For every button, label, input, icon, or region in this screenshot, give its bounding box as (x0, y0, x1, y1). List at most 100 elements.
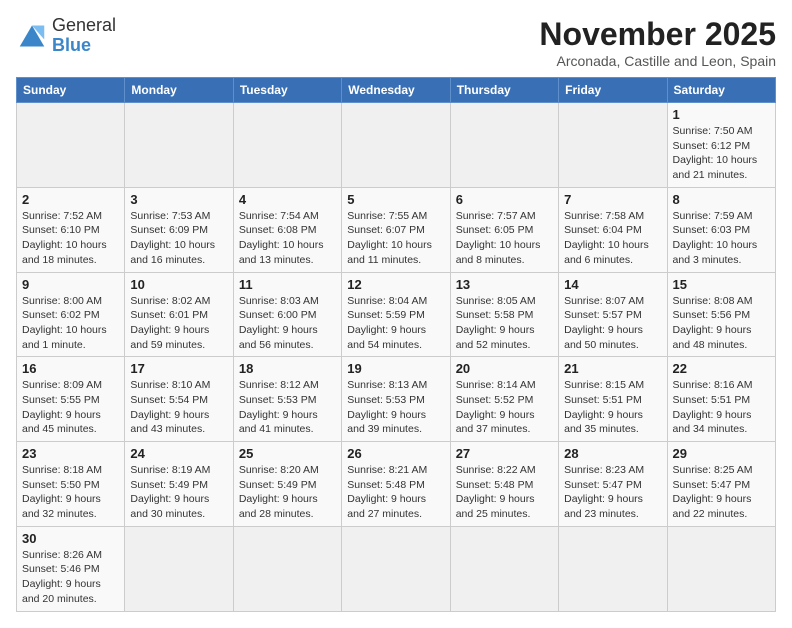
day-info: Sunrise: 8:21 AM Sunset: 5:48 PM Dayligh… (347, 463, 444, 522)
day-number: 21 (564, 361, 661, 376)
week-row-5: 23 Sunrise: 8:18 AM Sunset: 5:50 PM Dayli… (17, 442, 776, 527)
day-number: 9 (22, 277, 119, 292)
week-row-4: 16Sunrise: 8:09 AM Sunset: 5:55 PM Dayli… (17, 357, 776, 442)
calendar-cell: 13 Sunrise: 8:05 AM Sunset: 5:58 PM Dayli… (450, 272, 558, 357)
day-number: 11 (239, 277, 336, 292)
day-info: Sunrise: 7:50 AM Sunset: 6:12 PM Dayligh… (673, 124, 770, 183)
calendar-cell (667, 526, 775, 611)
calendar-cell (450, 103, 558, 188)
day-number: 28 (564, 446, 661, 461)
day-info: Sunrise: 8:16 AM Sunset: 5:51 PM Dayligh… (673, 378, 770, 437)
day-number: 30 (22, 531, 119, 546)
day-number: 3 (130, 192, 227, 207)
weekday-header-wednesday: Wednesday (342, 78, 450, 103)
calendar-cell (125, 103, 233, 188)
calendar-cell: 16Sunrise: 8:09 AM Sunset: 5:55 PM Dayli… (17, 357, 125, 442)
day-number: 1 (673, 107, 770, 122)
day-info: Sunrise: 8:02 AM Sunset: 6:01 PM Dayligh… (130, 294, 227, 353)
day-number: 27 (456, 446, 553, 461)
day-number: 2 (22, 192, 119, 207)
calendar-cell (559, 526, 667, 611)
calendar-table: SundayMondayTuesdayWednesdayThursdayFrid… (16, 77, 776, 612)
day-number: 5 (347, 192, 444, 207)
location-subtitle: Arconada, Castille and Leon, Spain (539, 53, 776, 69)
title-area: November 2025 Arconada, Castille and Leo… (539, 16, 776, 69)
day-info: Sunrise: 8:20 AM Sunset: 5:49 PM Dayligh… (239, 463, 336, 522)
day-info: Sunrise: 8:25 AM Sunset: 5:47 PM Dayligh… (673, 463, 770, 522)
calendar-cell: 8Sunrise: 7:59 AM Sunset: 6:03 PM Daylig… (667, 187, 775, 272)
weekday-header-thursday: Thursday (450, 78, 558, 103)
calendar-cell (233, 103, 341, 188)
calendar-cell: 19 Sunrise: 8:13 AM Sunset: 5:53 PM Dayli… (342, 357, 450, 442)
day-number: 6 (456, 192, 553, 207)
calendar-cell: 4 Sunrise: 7:54 AM Sunset: 6:08 PM Daylig… (233, 187, 341, 272)
day-number: 16 (22, 361, 119, 376)
calendar-cell: 22Sunrise: 8:16 AM Sunset: 5:51 PM Dayli… (667, 357, 775, 442)
day-number: 13 (456, 277, 553, 292)
calendar-cell: 18 Sunrise: 8:12 AM Sunset: 5:53 PM Dayli… (233, 357, 341, 442)
day-info: Sunrise: 8:08 AM Sunset: 5:56 PM Dayligh… (673, 294, 770, 353)
logo: General Blue (16, 16, 116, 56)
calendar-cell: 20Sunrise: 8:14 AM Sunset: 5:52 PM Dayli… (450, 357, 558, 442)
weekday-header-saturday: Saturday (667, 78, 775, 103)
calendar-cell: 7 Sunrise: 7:58 AM Sunset: 6:04 PM Daylig… (559, 187, 667, 272)
day-info: Sunrise: 8:07 AM Sunset: 5:57 PM Dayligh… (564, 294, 661, 353)
header: General Blue November 2025 Arconada, Cas… (16, 16, 776, 69)
weekday-header-friday: Friday (559, 78, 667, 103)
day-number: 14 (564, 277, 661, 292)
week-row-3: 9 Sunrise: 8:00 AM Sunset: 6:02 PM Daylig… (17, 272, 776, 357)
day-info: Sunrise: 8:00 AM Sunset: 6:02 PM Dayligh… (22, 294, 119, 353)
calendar-cell: 15Sunrise: 8:08 AM Sunset: 5:56 PM Dayli… (667, 272, 775, 357)
calendar-cell (17, 103, 125, 188)
day-number: 20 (456, 361, 553, 376)
calendar-cell: 9 Sunrise: 8:00 AM Sunset: 6:02 PM Daylig… (17, 272, 125, 357)
day-info: Sunrise: 8:26 AM Sunset: 5:46 PM Dayligh… (22, 548, 119, 607)
day-info: Sunrise: 7:53 AM Sunset: 6:09 PM Dayligh… (130, 209, 227, 268)
day-number: 26 (347, 446, 444, 461)
day-info: Sunrise: 8:03 AM Sunset: 6:00 PM Dayligh… (239, 294, 336, 353)
calendar-cell: 6 Sunrise: 7:57 AM Sunset: 6:05 PM Daylig… (450, 187, 558, 272)
week-row-1: 1 Sunrise: 7:50 AM Sunset: 6:12 PM Daylig… (17, 103, 776, 188)
day-info: Sunrise: 8:12 AM Sunset: 5:53 PM Dayligh… (239, 378, 336, 437)
calendar-cell (342, 526, 450, 611)
day-info: Sunrise: 8:10 AM Sunset: 5:54 PM Dayligh… (130, 378, 227, 437)
weekday-header-sunday: Sunday (17, 78, 125, 103)
logo-text: General Blue (52, 16, 116, 56)
calendar-cell (450, 526, 558, 611)
day-info: Sunrise: 8:23 AM Sunset: 5:47 PM Dayligh… (564, 463, 661, 522)
day-number: 7 (564, 192, 661, 207)
calendar-cell: 29Sunrise: 8:25 AM Sunset: 5:47 PM Dayli… (667, 442, 775, 527)
calendar-cell: 23 Sunrise: 8:18 AM Sunset: 5:50 PM Dayli… (17, 442, 125, 527)
day-info: Sunrise: 7:58 AM Sunset: 6:04 PM Dayligh… (564, 209, 661, 268)
day-info: Sunrise: 8:05 AM Sunset: 5:58 PM Dayligh… (456, 294, 553, 353)
calendar-cell: 14 Sunrise: 8:07 AM Sunset: 5:57 PM Dayli… (559, 272, 667, 357)
day-info: Sunrise: 8:22 AM Sunset: 5:48 PM Dayligh… (456, 463, 553, 522)
day-number: 18 (239, 361, 336, 376)
day-number: 10 (130, 277, 227, 292)
day-info: Sunrise: 8:13 AM Sunset: 5:53 PM Dayligh… (347, 378, 444, 437)
day-info: Sunrise: 7:55 AM Sunset: 6:07 PM Dayligh… (347, 209, 444, 268)
calendar-cell: 1 Sunrise: 7:50 AM Sunset: 6:12 PM Daylig… (667, 103, 775, 188)
day-info: Sunrise: 7:57 AM Sunset: 6:05 PM Dayligh… (456, 209, 553, 268)
day-number: 8 (673, 192, 770, 207)
calendar-cell: 17 Sunrise: 8:10 AM Sunset: 5:54 PM Dayli… (125, 357, 233, 442)
day-info: Sunrise: 8:18 AM Sunset: 5:50 PM Dayligh… (22, 463, 119, 522)
calendar-cell (342, 103, 450, 188)
day-number: 25 (239, 446, 336, 461)
calendar-cell: 24Sunrise: 8:19 AM Sunset: 5:49 PM Dayli… (125, 442, 233, 527)
month-title: November 2025 (539, 16, 776, 53)
calendar-cell (125, 526, 233, 611)
day-info: Sunrise: 8:19 AM Sunset: 5:49 PM Dayligh… (130, 463, 227, 522)
day-number: 19 (347, 361, 444, 376)
day-number: 17 (130, 361, 227, 376)
day-number: 4 (239, 192, 336, 207)
day-info: Sunrise: 8:15 AM Sunset: 5:51 PM Dayligh… (564, 378, 661, 437)
calendar-cell: 5 Sunrise: 7:55 AM Sunset: 6:07 PM Daylig… (342, 187, 450, 272)
day-info: Sunrise: 7:54 AM Sunset: 6:08 PM Dayligh… (239, 209, 336, 268)
day-number: 23 (22, 446, 119, 461)
calendar-cell: 21 Sunrise: 8:15 AM Sunset: 5:51 PM Dayli… (559, 357, 667, 442)
calendar-cell: 30 Sunrise: 8:26 AM Sunset: 5:46 PM Dayli… (17, 526, 125, 611)
calendar-cell: 2Sunrise: 7:52 AM Sunset: 6:10 PM Daylig… (17, 187, 125, 272)
week-row-6: 30 Sunrise: 8:26 AM Sunset: 5:46 PM Dayli… (17, 526, 776, 611)
weekday-header-tuesday: Tuesday (233, 78, 341, 103)
